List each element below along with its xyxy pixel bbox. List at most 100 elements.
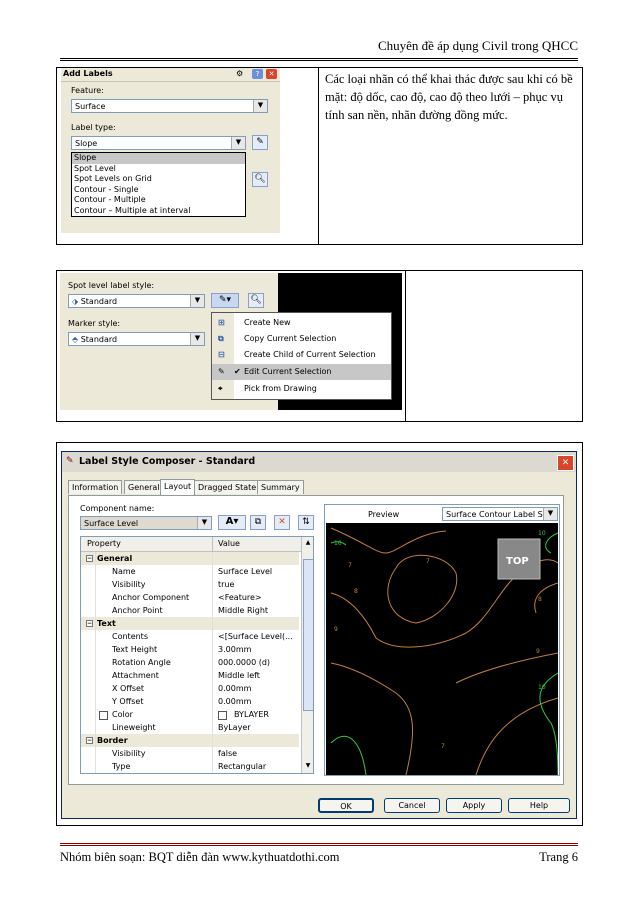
copy-component-icon[interactable]: ⧉: [250, 515, 266, 530]
list-item[interactable]: Slope: [72, 153, 245, 164]
marker-style-select[interactable]: ⬘ Standard ▼: [68, 332, 205, 346]
list-item[interactable]: Contour – Multiple at interval: [72, 206, 245, 217]
category-general[interactable]: − General: [81, 552, 299, 565]
page-number: Trang 6: [539, 850, 578, 864]
marker-icon: ⬘: [72, 335, 79, 344]
contour-label: 10: [538, 530, 546, 537]
help-icon[interactable]: ?: [252, 69, 263, 79]
label-type-select[interactable]: Slope ▼: [71, 136, 246, 150]
contour-label: 9: [334, 626, 338, 633]
edit-icon: ✎: [218, 367, 225, 376]
table-row[interactable]: Name Surface Level: [81, 565, 299, 578]
color-swatch: [218, 711, 227, 720]
table-row[interactable]: Lineweight ByLayer: [81, 721, 299, 734]
table-row[interactable]: Visibility false: [81, 747, 299, 760]
chevron-down-icon[interactable]: ▼: [197, 517, 211, 529]
feature-label: Feature:: [71, 86, 104, 95]
vertical-scrollbar[interactable]: ▲ ▼: [301, 537, 313, 773]
ok-button[interactable]: OK: [318, 798, 374, 813]
table-row[interactable]: Visibility true: [81, 578, 299, 591]
tab-dragged-state[interactable]: Dragged State: [194, 480, 261, 494]
feature-select[interactable]: Surface ▼: [71, 99, 268, 113]
list-item[interactable]: Contour - Single: [72, 185, 245, 196]
preview-panel: Preview Surface Contour Label Style ▼ TO…: [324, 504, 560, 776]
preview-label: Preview: [368, 510, 400, 519]
chevron-down-icon[interactable]: ▼: [190, 333, 204, 345]
list-item[interactable]: Spot Level: [72, 164, 245, 175]
chevron-down-icon[interactable]: ▼: [231, 137, 245, 149]
category-border[interactable]: − Border: [81, 734, 299, 747]
table-row[interactable]: Attachment Middle left: [81, 669, 299, 682]
tab-layout[interactable]: Layout: [160, 479, 196, 495]
label-type-value: Slope: [75, 139, 98, 148]
style-edit-icon[interactable]: ✎: [252, 135, 268, 150]
preview-canvas[interactable]: TOP 10 7 8 9 9 10 10 8 7 7: [326, 523, 558, 775]
collapse-icon[interactable]: −: [86, 737, 93, 744]
table-row[interactable]: Type Rectangular: [81, 760, 299, 773]
dialog-titlebar: Add Labels ⚙ ? ✕: [61, 68, 280, 82]
list-item[interactable]: Spot Levels on Grid: [72, 174, 245, 185]
scroll-down-icon[interactable]: ▼: [303, 761, 313, 771]
table-row[interactable]: X Offset 0.00mm: [81, 682, 299, 695]
help-button[interactable]: Help: [508, 798, 570, 813]
tab-information[interactable]: Information: [68, 480, 123, 494]
chevron-down-icon[interactable]: ▼: [543, 508, 557, 520]
header-rule-2: [60, 60, 578, 61]
label-style-composer: ✎ Label Style Composer - Standard ✕ Info…: [61, 451, 577, 819]
grid-header: Property Value: [81, 537, 301, 552]
draw-order-icon[interactable]: ⇅: [298, 515, 314, 530]
scroll-up-icon[interactable]: ▲: [303, 538, 313, 548]
child-icon: ⊟: [218, 350, 225, 359]
scroll-thumb[interactable]: [303, 559, 313, 711]
menu-item-copy[interactable]: ⧉ Copy Current Selection: [212, 331, 391, 347]
add-labels-dialog: Add Labels ⚙ ? ✕ Feature: Surface ▼ Labe…: [61, 68, 280, 233]
collapse-icon[interactable]: −: [86, 555, 93, 562]
pin-icon[interactable]: ⚙: [236, 69, 247, 79]
style-edit-dropdown-button[interactable]: ✎▾: [211, 293, 239, 308]
menu-item-pick-from-drawing[interactable]: ⌖ Pick from Drawing: [212, 381, 391, 397]
menu-item-create-new[interactable]: ⊞ Create New: [212, 315, 391, 331]
footer-left: Nhóm biên soạn: BQT diễn đàn www.kythuat…: [60, 850, 340, 864]
table-row[interactable]: Rotation Angle 000.0000 (d): [81, 656, 299, 669]
tab-general[interactable]: General: [124, 480, 164, 494]
column-property: Property: [87, 539, 121, 548]
close-icon[interactable]: ✕: [266, 69, 277, 79]
label-type-dropdown-list[interactable]: Slope Spot Level Spot Levels on Grid Con…: [71, 152, 246, 217]
table-row[interactable]: Anchor Component <Feature>: [81, 591, 299, 604]
apply-button[interactable]: Apply: [446, 798, 502, 813]
chevron-down-icon[interactable]: ▼: [190, 295, 204, 307]
table-row[interactable]: Text Height 3.00mm: [81, 643, 299, 656]
category-text[interactable]: − Text: [81, 617, 299, 630]
magnifier-icon[interactable]: 🔍︎: [252, 172, 268, 187]
contour-label: 7: [426, 558, 430, 565]
table-row[interactable]: Contents <[Surface Level(...: [81, 630, 299, 643]
component-select[interactable]: Surface Level ▼: [80, 516, 212, 530]
list-item[interactable]: Contour - Multiple: [72, 195, 245, 206]
marker-style-value: Standard: [80, 335, 118, 344]
contour-label: 10: [334, 540, 342, 547]
menu-item-edit-current[interactable]: ✎ ✔ Edit Current Selection: [212, 364, 391, 380]
copy-icon: ⧉: [218, 334, 224, 343]
table-row[interactable]: Y Offset 0.00mm: [81, 695, 299, 708]
contour-label: 9: [536, 648, 540, 655]
text-component-button[interactable]: A▾: [218, 515, 246, 530]
collapse-icon[interactable]: −: [86, 620, 93, 627]
viewcube-label: TOP: [506, 556, 529, 567]
feature-value: Surface: [75, 102, 106, 111]
cancel-button[interactable]: Cancel: [384, 798, 440, 813]
spot-style-select[interactable]: ⬗ Standard ▼: [68, 294, 205, 308]
chevron-down-icon[interactable]: ▼: [253, 100, 267, 112]
header-rule: [60, 58, 578, 59]
table-row[interactable]: Anchor Point Middle Right: [81, 604, 299, 617]
close-icon[interactable]: ✕: [557, 455, 574, 471]
contour-label: 8: [538, 596, 542, 603]
dialog-title: Add Labels: [63, 69, 113, 78]
style-context-menu: ⊞ Create New ⧉ Copy Current Selection ⊟ Cre…: [211, 312, 392, 400]
delete-icon[interactable]: ✕: [274, 515, 290, 530]
table-row[interactable]: Color BYLAYER: [81, 708, 299, 721]
magnifier-icon[interactable]: 🔍︎: [248, 293, 264, 308]
menu-item-create-child[interactable]: ⊟ Create Child of Current Selection: [212, 347, 391, 363]
cell-divider: [318, 67, 319, 245]
tab-summary[interactable]: Summary: [257, 480, 304, 494]
preview-style-select[interactable]: Surface Contour Label Style ▼: [442, 507, 558, 521]
